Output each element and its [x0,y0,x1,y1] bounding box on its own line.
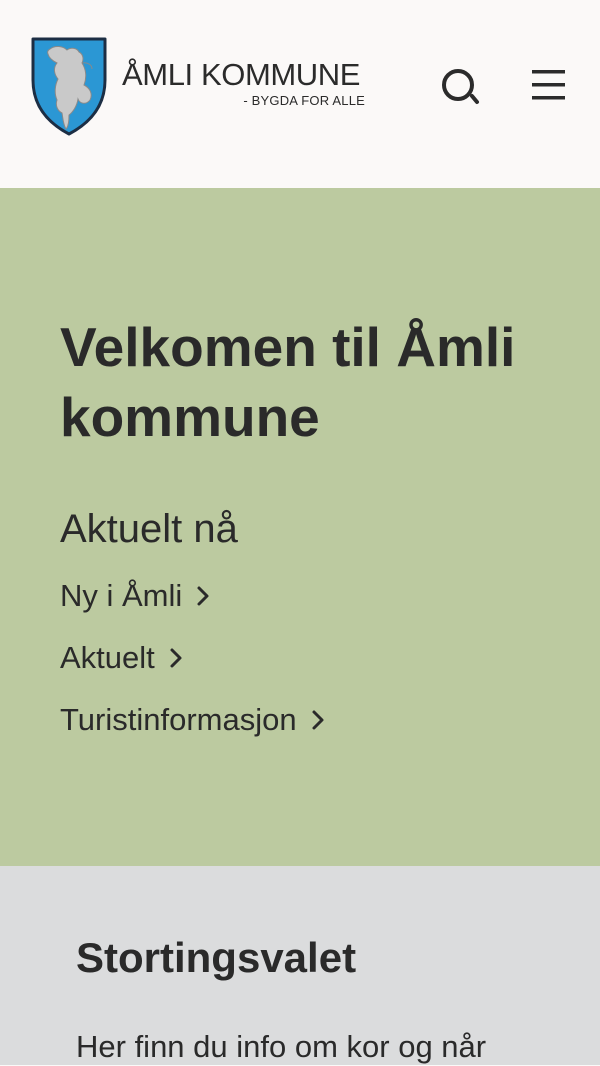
chevron-right-icon [170,648,182,668]
link-label: Aktuelt [60,640,155,675]
news-heading: Aktuelt nå [60,507,238,551]
link-label: Ny i Åmli [60,578,183,613]
list-item: Aktuelt [60,638,325,700]
home-logo-link[interactable]: ÅMLI KOMMUNE - BYGDA FOR ALLE [30,36,365,136]
hero-section: Velkomen til Åmli kommune Aktuelt nå Ny … [0,188,600,866]
link-label: Turistinformasjon [60,702,297,737]
page-title: Velkomen til Åmli kommune [60,316,516,448]
chevron-right-icon [197,586,209,606]
site-header: ÅMLI KOMMUNE - BYGDA FOR ALLE [0,0,600,188]
election-heading: Stortingsvalet [76,934,357,981]
link-aktuelt[interactable]: Aktuelt [60,638,183,678]
news-link-list: Ny i Åmli Aktuelt Turistinformasjon [60,576,325,762]
list-item: Ny i Åmli [60,576,325,638]
hamburger-menu-icon [532,70,565,100]
brand-name: ÅMLI KOMMUNE [122,57,361,92]
link-turistinformasjon[interactable]: Turistinformasjon [60,700,325,740]
link-ny-i-amli[interactable]: Ny i Åmli [60,576,210,616]
beaver-crest-icon [31,37,107,136]
menu-button[interactable] [526,66,570,106]
list-item: Turistinformasjon [60,700,325,762]
chevron-right-icon [312,710,324,730]
election-intro-text: Her finn du info om kor og når [76,1029,487,1064]
brand-text: ÅMLI KOMMUNE - BYGDA FOR ALLE [122,58,367,109]
search-button[interactable] [438,66,482,110]
election-section: Stortingsvalet Her finn du info om kor o… [0,866,600,1065]
search-icon [442,69,479,104]
brand-tagline: - BYGDA FOR ALLE [243,93,365,108]
